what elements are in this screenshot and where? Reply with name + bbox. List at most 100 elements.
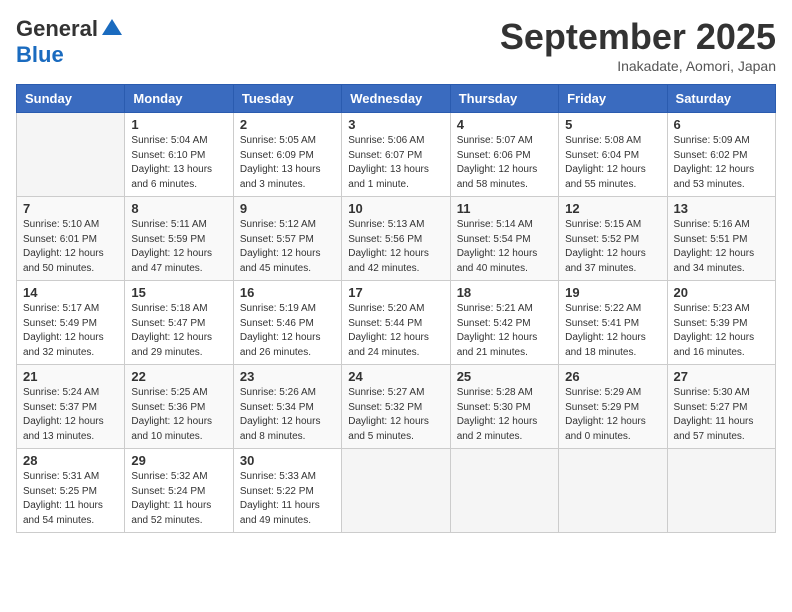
day-number: 18 — [457, 285, 552, 300]
calendar-cell: 26 Sunrise: 5:29 AM Sunset: 5:29 PM Dayli… — [559, 365, 667, 449]
day-number: 12 — [565, 201, 660, 216]
day-info: Sunrise: 5:06 AM Sunset: 6:07 PM Dayligh… — [348, 134, 443, 192]
day-info: Sunrise: 5:29 AM Sunset: 5:29 PM Dayligh… — [565, 386, 660, 444]
day-info: Sunrise: 5:13 AM Sunset: 5:56 PM Dayligh… — [348, 218, 443, 276]
day-number: 14 — [23, 285, 118, 300]
calendar-cell: 28 Sunrise: 5:31 AM Sunset: 5:25 PM Dayli… — [17, 449, 125, 533]
day-number: 23 — [240, 369, 335, 384]
week-row-5: 28 Sunrise: 5:31 AM Sunset: 5:25 PM Dayli… — [17, 449, 776, 533]
day-number: 15 — [131, 285, 226, 300]
calendar-cell: 3 Sunrise: 5:06 AM Sunset: 6:07 PM Daylig… — [342, 113, 450, 197]
logo-blue-text: Blue — [16, 42, 64, 68]
header-tuesday: Tuesday — [233, 85, 341, 113]
calendar-cell: 18 Sunrise: 5:21 AM Sunset: 5:42 PM Dayli… — [450, 281, 558, 365]
day-info: Sunrise: 5:20 AM Sunset: 5:44 PM Dayligh… — [348, 302, 443, 360]
day-info: Sunrise: 5:14 AM Sunset: 5:54 PM Dayligh… — [457, 218, 552, 276]
day-info: Sunrise: 5:33 AM Sunset: 5:22 PM Dayligh… — [240, 470, 335, 528]
week-row-4: 21 Sunrise: 5:24 AM Sunset: 5:37 PM Dayli… — [17, 365, 776, 449]
day-number: 21 — [23, 369, 118, 384]
day-number: 28 — [23, 453, 118, 468]
calendar-cell: 15 Sunrise: 5:18 AM Sunset: 5:47 PM Dayli… — [125, 281, 233, 365]
day-number: 8 — [131, 201, 226, 216]
header-sunday: Sunday — [17, 85, 125, 113]
calendar-cell: 10 Sunrise: 5:13 AM Sunset: 5:56 PM Dayli… — [342, 197, 450, 281]
calendar-cell: 9Sunrise: 5:12 AM Sunset: 5:57 PM Daylig… — [233, 197, 341, 281]
day-info: Sunrise: 5:09 AM Sunset: 6:02 PM Dayligh… — [674, 134, 769, 192]
day-info: Sunrise: 5:24 AM Sunset: 5:37 PM Dayligh… — [23, 386, 118, 444]
day-info: Sunrise: 5:19 AM Sunset: 5:46 PM Dayligh… — [240, 302, 335, 360]
day-info: Sunrise: 5:22 AM Sunset: 5:41 PM Dayligh… — [565, 302, 660, 360]
day-number: 10 — [348, 201, 443, 216]
day-number: 7 — [23, 201, 118, 216]
day-info: Sunrise: 5:07 AM Sunset: 6:06 PM Dayligh… — [457, 134, 552, 192]
header-friday: Friday — [559, 85, 667, 113]
day-info: Sunrise: 5:30 AM Sunset: 5:27 PM Dayligh… — [674, 386, 769, 444]
calendar-cell: 23 Sunrise: 5:26 AM Sunset: 5:34 PM Dayli… — [233, 365, 341, 449]
page-header: General Blue September 2025 Inakadate, A… — [16, 16, 776, 74]
calendar-cell: 4 Sunrise: 5:07 AM Sunset: 6:06 PM Daylig… — [450, 113, 558, 197]
day-number: 20 — [674, 285, 769, 300]
logo: General Blue — [16, 16, 124, 68]
day-number: 19 — [565, 285, 660, 300]
day-number: 26 — [565, 369, 660, 384]
day-number: 16 — [240, 285, 335, 300]
calendar-cell: 5 Sunrise: 5:08 AM Sunset: 6:04 PM Daylig… — [559, 113, 667, 197]
calendar-cell: 19 Sunrise: 5:22 AM Sunset: 5:41 PM Dayli… — [559, 281, 667, 365]
day-info: Sunrise: 5:25 AM Sunset: 5:36 PM Dayligh… — [131, 386, 226, 444]
calendar-header-row: SundayMondayTuesdayWednesdayThursdayFrid… — [17, 85, 776, 113]
day-info: Sunrise: 5:27 AM Sunset: 5:32 PM Dayligh… — [348, 386, 443, 444]
calendar-cell — [667, 449, 775, 533]
calendar-cell: 17 Sunrise: 5:20 AM Sunset: 5:44 PM Dayli… — [342, 281, 450, 365]
calendar-cell: 27Sunrise: 5:30 AM Sunset: 5:27 PM Dayli… — [667, 365, 775, 449]
day-info: Sunrise: 5:05 AM Sunset: 6:09 PM Dayligh… — [240, 134, 335, 192]
day-info: Sunrise: 5:11 AM Sunset: 5:59 PM Dayligh… — [131, 218, 226, 276]
calendar-cell: 16 Sunrise: 5:19 AM Sunset: 5:46 PM Dayli… — [233, 281, 341, 365]
header-thursday: Thursday — [450, 85, 558, 113]
calendar-table: SundayMondayTuesdayWednesdayThursdayFrid… — [16, 84, 776, 533]
day-info: Sunrise: 5:21 AM Sunset: 5:42 PM Dayligh… — [457, 302, 552, 360]
calendar-cell: 24 Sunrise: 5:27 AM Sunset: 5:32 PM Dayli… — [342, 365, 450, 449]
location-text: Inakadate, Aomori, Japan — [500, 58, 776, 74]
day-number: 30 — [240, 453, 335, 468]
week-row-1: 1 Sunrise: 5:04 AM Sunset: 6:10 PM Daylig… — [17, 113, 776, 197]
header-monday: Monday — [125, 85, 233, 113]
day-info: Sunrise: 5:26 AM Sunset: 5:34 PM Dayligh… — [240, 386, 335, 444]
day-info: Sunrise: 5:16 AM Sunset: 5:51 PM Dayligh… — [674, 218, 769, 276]
logo-general-text: General — [16, 16, 98, 42]
day-number: 24 — [348, 369, 443, 384]
day-info: Sunrise: 5:18 AM Sunset: 5:47 PM Dayligh… — [131, 302, 226, 360]
calendar-cell: 1 Sunrise: 5:04 AM Sunset: 6:10 PM Daylig… — [125, 113, 233, 197]
logo-icon — [100, 17, 124, 41]
day-number: 25 — [457, 369, 552, 384]
calendar-cell: 21 Sunrise: 5:24 AM Sunset: 5:37 PM Dayli… — [17, 365, 125, 449]
day-number: 1 — [131, 117, 226, 132]
title-block: September 2025 Inakadate, Aomori, Japan — [500, 16, 776, 74]
day-number: 11 — [457, 201, 552, 216]
calendar-cell: 29Sunrise: 5:32 AM Sunset: 5:24 PM Dayli… — [125, 449, 233, 533]
calendar-cell: 20 Sunrise: 5:23 AM Sunset: 5:39 PM Dayli… — [667, 281, 775, 365]
day-number: 3 — [348, 117, 443, 132]
calendar-cell: 7Sunrise: 5:10 AM Sunset: 6:01 PM Daylig… — [17, 197, 125, 281]
header-wednesday: Wednesday — [342, 85, 450, 113]
day-info: Sunrise: 5:23 AM Sunset: 5:39 PM Dayligh… — [674, 302, 769, 360]
day-info: Sunrise: 5:04 AM Sunset: 6:10 PM Dayligh… — [131, 134, 226, 192]
day-number: 2 — [240, 117, 335, 132]
day-info: Sunrise: 5:17 AM Sunset: 5:49 PM Dayligh… — [23, 302, 118, 360]
calendar-cell: 14 Sunrise: 5:17 AM Sunset: 5:49 PM Dayli… — [17, 281, 125, 365]
day-number: 17 — [348, 285, 443, 300]
calendar-cell — [342, 449, 450, 533]
day-number: 29 — [131, 453, 226, 468]
calendar-cell: 11 Sunrise: 5:14 AM Sunset: 5:54 PM Dayli… — [450, 197, 558, 281]
day-number: 5 — [565, 117, 660, 132]
day-number: 4 — [457, 117, 552, 132]
calendar-cell — [450, 449, 558, 533]
week-row-2: 7Sunrise: 5:10 AM Sunset: 6:01 PM Daylig… — [17, 197, 776, 281]
calendar-cell: 2 Sunrise: 5:05 AM Sunset: 6:09 PM Daylig… — [233, 113, 341, 197]
calendar-cell: 13 Sunrise: 5:16 AM Sunset: 5:51 PM Dayli… — [667, 197, 775, 281]
calendar-cell: 8 Sunrise: 5:11 AM Sunset: 5:59 PM Daylig… — [125, 197, 233, 281]
day-number: 13 — [674, 201, 769, 216]
calendar-cell: 12Sunrise: 5:15 AM Sunset: 5:52 PM Dayli… — [559, 197, 667, 281]
day-info: Sunrise: 5:12 AM Sunset: 5:57 PM Dayligh… — [240, 218, 335, 276]
day-info: Sunrise: 5:08 AM Sunset: 6:04 PM Dayligh… — [565, 134, 660, 192]
day-info: Sunrise: 5:31 AM Sunset: 5:25 PM Dayligh… — [23, 470, 118, 528]
